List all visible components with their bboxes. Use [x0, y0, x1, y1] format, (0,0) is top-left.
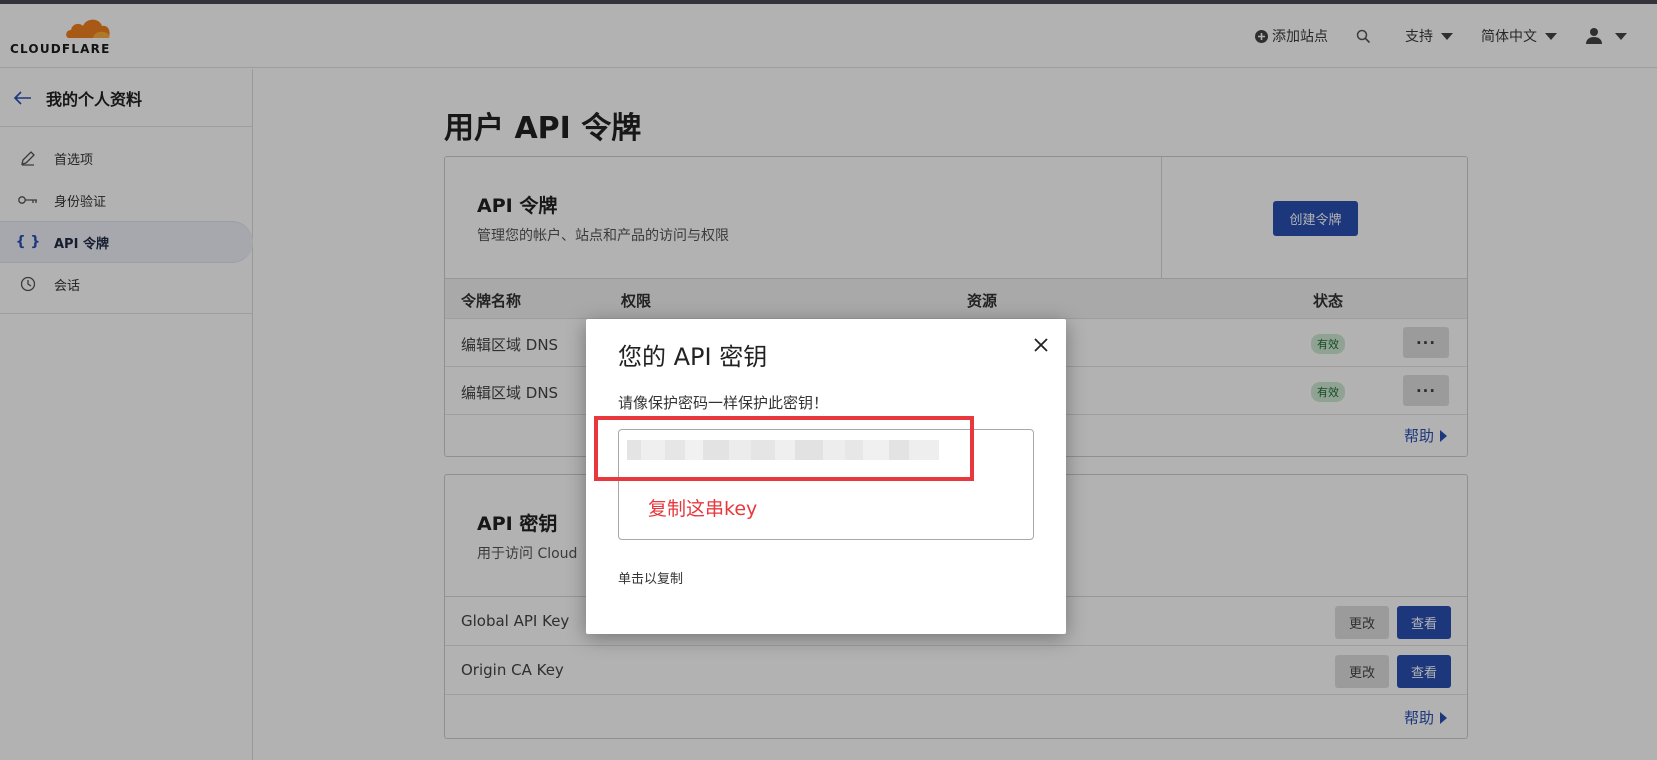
click-to-copy-hint[interactable]: 单击以复制 — [618, 568, 683, 587]
dialog-warning: 请像保护密码一样保护此密钥！ — [618, 394, 829, 412]
annotation-text: 复制这串key — [648, 498, 758, 520]
annotation-highlight-box — [594, 416, 974, 481]
close-icon[interactable] — [1032, 336, 1050, 354]
dialog-title: 您的 API 密钥 — [618, 343, 768, 371]
